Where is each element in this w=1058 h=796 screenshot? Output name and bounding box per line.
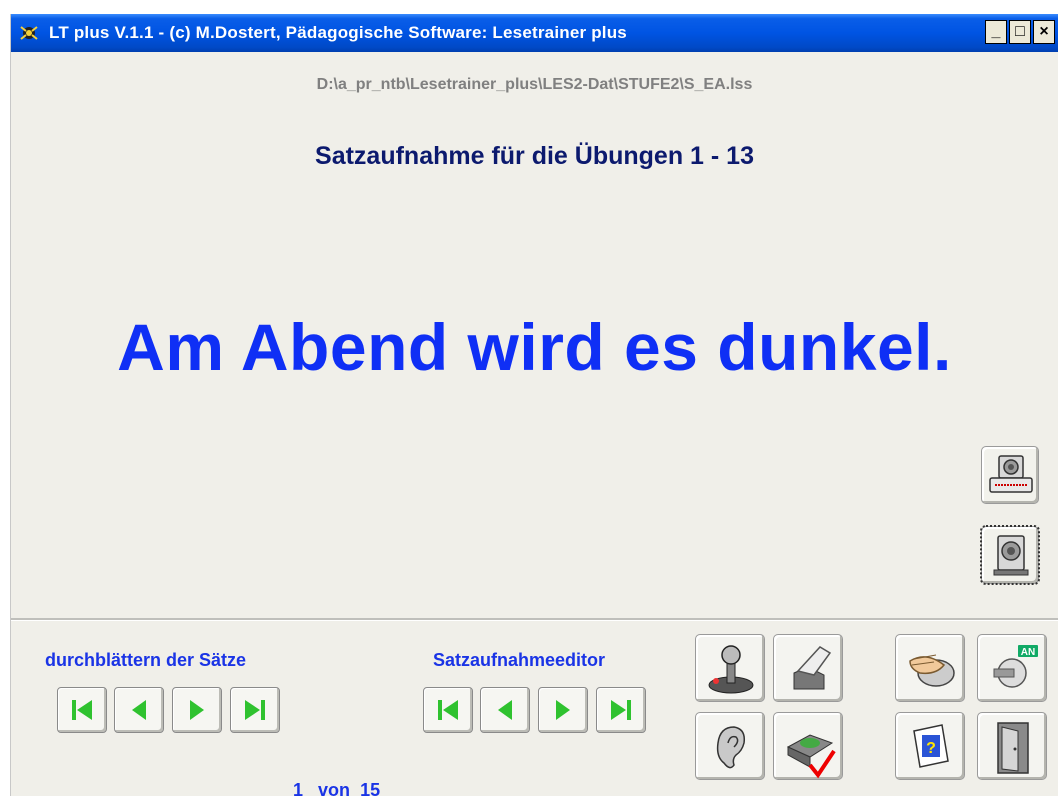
editor-label: Satzaufnahmeeditor: [433, 650, 606, 670]
first-icon: [438, 700, 458, 720]
previous-icon: [498, 700, 512, 720]
app-window: LT plus V.1.1 - (c) M.Dostert, Pädagogis…: [10, 14, 1058, 796]
eraser-icon: [793, 646, 832, 690]
speaker-icon: [993, 535, 1029, 576]
first-icon: [72, 700, 92, 720]
counter-total: 15: [360, 780, 381, 796]
browse-next-button[interactable]: [172, 687, 222, 733]
speaker-button[interactable]: [980, 525, 1040, 585]
counter-separator: von: [318, 780, 351, 796]
on-switch-icon: AN: [993, 645, 1038, 688]
ear-icon: [716, 726, 746, 769]
title-bar[interactable]: LT plus V.1.1 - (c) M.Dostert, Pädagogis…: [11, 14, 1058, 52]
close-button[interactable]: ×: [1033, 20, 1055, 44]
on-label: AN: [1021, 647, 1035, 658]
eraser-button[interactable]: [773, 634, 843, 702]
browse-previous-button[interactable]: [114, 687, 164, 733]
sentence-counter: 1 von 15: [293, 780, 380, 796]
disk-save-check-icon: [786, 734, 836, 779]
last-icon: [611, 700, 631, 720]
joystick-button[interactable]: [695, 634, 765, 702]
window-title: LT plus V.1.1 - (c) M.Dostert, Pädagogis…: [49, 23, 627, 42]
counter-current: 1: [293, 780, 304, 796]
page-heading: Satzaufnahme für die Übungen 1 - 13: [315, 142, 754, 170]
app-icon: [20, 26, 38, 40]
help-question-mark: ?: [926, 740, 936, 757]
browse-label: durchblättern der Sätze: [45, 650, 247, 670]
ear-button[interactable]: [695, 712, 765, 780]
hand-mouse-button[interactable]: [895, 634, 965, 702]
browse-first-button[interactable]: [57, 687, 107, 733]
help-icon: ?: [913, 724, 949, 768]
speaker-printer-icon: [989, 455, 1033, 493]
editor-next-button[interactable]: [538, 687, 588, 733]
exit-door-icon: [997, 722, 1029, 774]
help-button[interactable]: ?: [895, 712, 965, 780]
editor-first-button[interactable]: [423, 687, 473, 733]
on-switch-button[interactable]: AN: [977, 634, 1047, 702]
file-path: D:\a_pr_ntb\Lesetrainer_plus\LES2-Dat\ST…: [316, 76, 753, 93]
editor-last-button[interactable]: [596, 687, 646, 733]
minimize-button[interactable]: _: [985, 20, 1007, 44]
hand-mouse-icon: [909, 654, 955, 687]
last-icon: [245, 700, 265, 720]
joystick-icon: [708, 645, 754, 694]
previous-icon: [132, 700, 146, 720]
speaker-printer-button[interactable]: [981, 446, 1039, 504]
maximize-button[interactable]: □: [1009, 20, 1031, 44]
exit-button[interactable]: [977, 712, 1047, 780]
editor-previous-button[interactable]: [480, 687, 530, 733]
next-icon: [190, 700, 204, 720]
save-check-button[interactable]: [773, 712, 843, 780]
practice-sentence: Am Abend wird es dunkel.: [117, 310, 952, 384]
browse-last-button[interactable]: [230, 687, 280, 733]
next-icon: [556, 700, 570, 720]
